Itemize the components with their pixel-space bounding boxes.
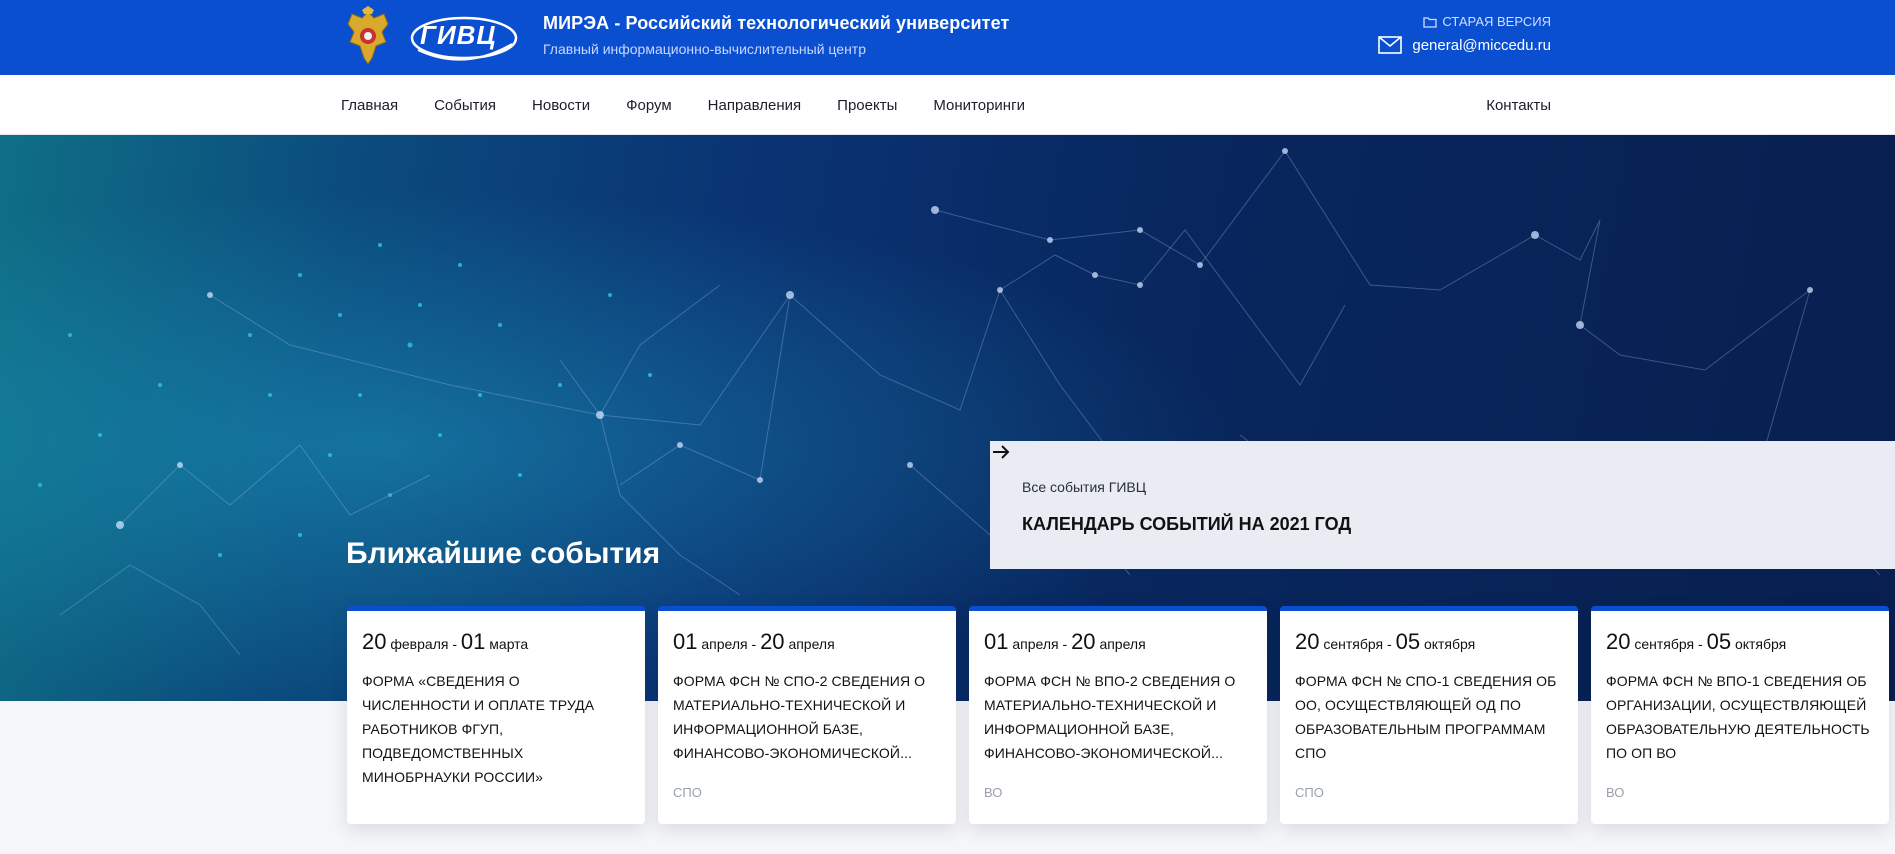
event-date: 20 февраля - 01 марта [362,629,630,655]
event-tag: ВО [984,785,1003,800]
event-end-month: апреля [1099,636,1146,652]
nav-item-contacts[interactable]: Контакты [1486,75,1551,135]
nav-item-news[interactable]: Новости [532,97,590,114]
event-date: 01 апреля - 20 апреля [984,629,1252,655]
event-start-month: сентября [1323,636,1384,652]
event-start-day: 20 [1295,629,1320,654]
coat-of-arms-icon [347,6,389,65]
event-end-month: октября [1734,636,1787,652]
event-title: ФОРМА «СВЕДЕНИЯ О ЧИСЛЕННОСТИ И ОПЛАТЕ Т… [362,673,595,785]
date-separator: - [751,636,757,652]
event-tag: СПО [1295,785,1324,800]
event-date: 20 сентября - 05 октября [1295,629,1563,655]
event-start-month: февраля [390,636,449,652]
old-version-label: СТАРАЯ ВЕРСИЯ [1442,14,1551,29]
event-end-day: 20 [760,629,785,654]
mail-icon [1378,36,1403,54]
event-start-month: апреля [701,636,748,652]
event-date: 20 сентября - 05 октября [1606,629,1874,655]
event-end-month: марта [489,636,529,652]
event-title: ФОРМА ФСН № ВПО-1 СВЕДЕНИЯ ОБ ОРГАНИЗАЦИ… [1606,673,1870,761]
event-start-day: 20 [1606,629,1631,654]
date-separator: - [1062,636,1068,652]
event-start-month: апреля [1012,636,1059,652]
event-tag: СПО [673,785,702,800]
calendar-link-card[interactable]: Все события ГИВЦ КАЛЕНДАРЬ СОБЫТИЙ НА 20… [990,441,1895,569]
nav-item-forum[interactable]: Форум [626,97,672,114]
event-start-day: 01 [984,629,1009,654]
event-end-month: октября [1423,636,1476,652]
event-end-day: 01 [460,629,486,654]
event-start-month: сентября [1634,636,1695,652]
event-end-day: 05 [1395,629,1421,654]
date-separator: - [1698,636,1703,652]
date-separator: - [1387,636,1392,652]
top-header: ГИВЦ МИРЭА - Российский технологический … [0,0,1895,75]
givc-logo-text: ГИВЦ [420,20,497,50]
event-card[interactable]: 01 апреля - 20 апреля ФОРМА ФСН № СПО-2 … [658,606,956,824]
nav-item-events[interactable]: События [434,97,496,114]
main-navigation: Главная События Новости Форум Направлени… [0,75,1895,135]
event-card[interactable]: 01 апреля - 20 апреля ФОРМА ФСН № ВПО-2 … [969,606,1267,824]
email-text[interactable]: general@miccedu.ru [1412,37,1551,54]
nav-item-home[interactable]: Главная [341,97,398,114]
site-title[interactable]: МИРЭА - Российский технологический униве… [543,13,1009,34]
event-date: 01 апреля - 20 апреля [673,629,941,655]
old-version-link[interactable]: СТАРАЯ ВЕРСИЯ [1423,14,1551,29]
nav-item-projects[interactable]: Проекты [837,97,897,114]
event-start-day: 20 [362,629,387,654]
calendar-title: КАЛЕНДАРЬ СОБЫТИЙ НА 2021 ГОД [1022,514,1352,534]
folder-icon [1423,16,1438,28]
event-card[interactable]: 20 февраля - 01 марта ФОРМА «СВЕДЕНИЯ О … [347,606,645,824]
date-separator: - [452,636,458,652]
event-start-day: 01 [673,629,698,654]
event-end-day: 20 [1071,629,1096,654]
event-title: ФОРМА ФСН № СПО-1 СВЕДЕНИЯ ОБ ОО, ОСУЩЕС… [1295,673,1557,761]
site-subtitle: Главный информационно-вычислительный цен… [543,41,867,57]
event-title: ФОРМА ФСН № ВПО-2 СВЕДЕНИЯ О МАТЕРИАЛЬНО… [984,673,1236,761]
event-card[interactable]: 20 сентября - 05 октября ФОРМА ФСН № СПО… [1280,606,1578,824]
event-title: ФОРМА ФСН № СПО-2 СВЕДЕНИЯ О МАТЕРИАЛЬНО… [673,673,926,761]
nav-item-directions[interactable]: Направления [708,97,802,114]
event-end-day: 05 [1706,629,1732,654]
event-tag: ВО [1606,785,1625,800]
events-list: 20 февраля - 01 марта ФОРМА «СВЕДЕНИЯ О … [347,606,1889,824]
nav-item-monitorings[interactable]: Мониторинги [933,97,1025,114]
arrow-right-icon[interactable] [990,441,1012,463]
event-card[interactable]: 20 сентября - 05 октября ФОРМА ФСН № ВПО… [1591,606,1889,824]
calendar-small-label: Все события ГИВЦ [1022,479,1147,495]
email-contact[interactable]: general@miccedu.ru [1378,36,1551,54]
upcoming-events-heading: Ближайшие события [346,537,661,570]
event-end-month: апреля [788,636,835,652]
